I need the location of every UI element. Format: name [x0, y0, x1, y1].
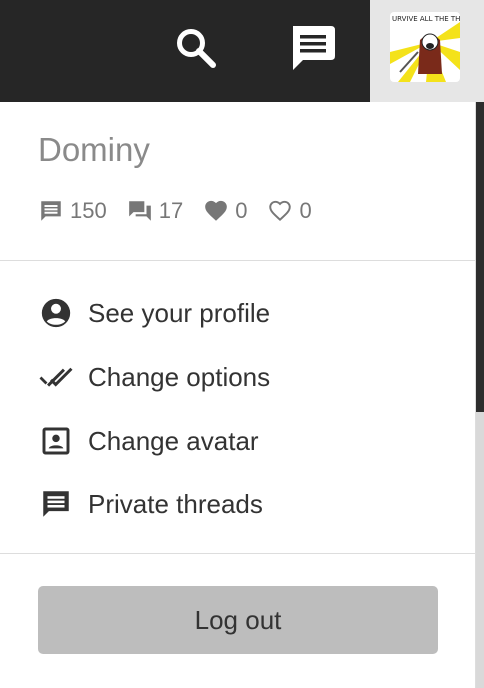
user-menu-button[interactable]: URVIVE ALL THE THINGS! — [370, 0, 484, 102]
user-dropdown-menu: Dominy 150 17 0 0 See your profile Chang… — [0, 102, 476, 688]
search-button[interactable] — [170, 22, 222, 74]
user-stats: 150 17 0 0 — [38, 198, 332, 224]
account-circle-icon — [41, 298, 71, 328]
private-threads-button[interactable] — [284, 20, 340, 76]
likes-received-icon — [205, 200, 228, 221]
likes-received-stat: 0 — [203, 198, 247, 224]
portrait-icon — [42, 427, 70, 455]
change-avatar-label: Change avatar — [88, 425, 259, 456]
top-navbar: URVIVE ALL THE THINGS! — [0, 0, 484, 102]
search-icon — [177, 29, 216, 68]
see-profile-link[interactable]: See your profile — [38, 293, 270, 333]
threads-stat: 17 — [127, 198, 183, 224]
change-avatar-link[interactable]: Change avatar — [38, 421, 259, 461]
posts-stat: 150 — [38, 198, 107, 224]
see-profile-label: See your profile — [88, 297, 271, 328]
svg-text:URVIVE ALL THE THINGS!: URVIVE ALL THE THINGS! — [392, 15, 460, 23]
private-threads-link[interactable]: Private threads — [38, 484, 263, 524]
change-options-link[interactable]: Change options — [38, 357, 270, 397]
avatar: URVIVE ALL THE THINGS! — [390, 12, 460, 82]
threads-icon — [128, 201, 151, 221]
likes-given-stat: 0 — [267, 198, 312, 224]
private-threads-icon — [293, 26, 335, 70]
log-out-button[interactable]: Log out — [38, 586, 438, 654]
username: Dominy — [38, 131, 150, 168]
likes-given-count: 0 — [299, 198, 312, 223]
posts-icon — [41, 201, 61, 221]
divider — [0, 260, 476, 261]
message-icon — [43, 491, 69, 517]
double-check-icon — [39, 367, 73, 387]
posts-count: 150 — [70, 198, 107, 223]
likes-received-count: 0 — [235, 198, 248, 223]
likes-given-icon — [269, 200, 292, 221]
page-background-edge — [476, 102, 484, 688]
divider — [0, 553, 476, 554]
change-options-label: Change options — [88, 361, 271, 392]
private-threads-label: Private threads — [88, 488, 263, 519]
threads-count: 17 — [158, 198, 184, 223]
